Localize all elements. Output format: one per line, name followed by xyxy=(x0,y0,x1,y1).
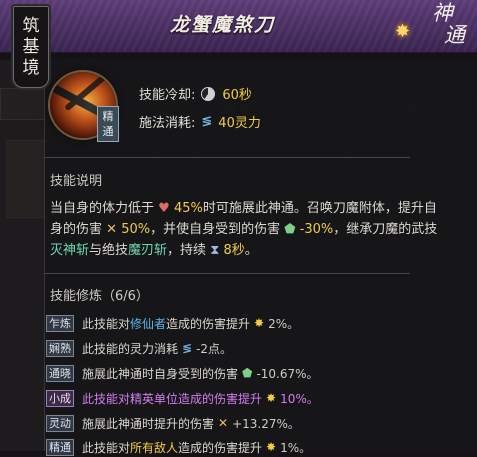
description-line: 灭神斩与绝技魔刃斩，持续 ⧗ 8秒。 xyxy=(50,243,258,258)
cultivation-row: 通晓 施展此神通时自身受到的伤害 ⬟ -10.67%。 xyxy=(46,363,319,383)
cultivation-row: 精通 此技能对 所有敌人 造成的伤害提升 ✸ 1%。 xyxy=(46,437,311,457)
sun-icon: ✸ xyxy=(266,391,277,405)
cultivation-row: 小成 此技能对精英单位造成的伤害提升 ✸ 10%。 xyxy=(46,388,319,408)
spark-icon: ✸ xyxy=(395,21,411,42)
realm-char: 筑 xyxy=(22,15,40,36)
spirit-icon: ≶ xyxy=(182,341,193,355)
cultivation-tag: 通晓 xyxy=(46,364,74,382)
cost-value: 40灵力 xyxy=(218,116,261,131)
description-line: 身的伤害 ✕ 50%，并使自身受到的伤害 ⬟ -30%，继承刀魔的武技 xyxy=(50,222,438,237)
cost-label: 施法消耗: xyxy=(139,116,196,131)
cooldown-value: 60秒 xyxy=(222,88,252,103)
cultivation-row: 乍炼 此技能对 修仙者 造成的伤害提升 ✸ 2%。 xyxy=(46,313,299,333)
skill-title: 龙蟹魔煞刀 xyxy=(170,14,276,36)
sun-icon: ✸ xyxy=(254,316,265,330)
divider xyxy=(44,273,410,274)
sword-icon: ✕ xyxy=(102,222,122,237)
hourglass-icon: ⧗ xyxy=(206,243,224,258)
shield-icon: ⬟ xyxy=(242,366,253,380)
cultivation-row: 灵动 施展此神通时提升的伤害 ✕ +13.27%。 xyxy=(46,413,300,433)
divider xyxy=(44,157,410,158)
spirit-icon: ≶ xyxy=(201,114,213,129)
cultivation-tag: 乍炼 xyxy=(46,314,74,332)
cultivation-title: 技能修炼（6/6） xyxy=(50,289,149,304)
realm-char: 基 xyxy=(22,36,40,57)
divine-power-emblem: 神 通 xyxy=(424,2,474,50)
clock-icon xyxy=(201,86,216,101)
cost-stat: 施法消耗: ≶ 40灵力 xyxy=(139,112,261,131)
cultivation-tag: 娴熟 xyxy=(46,339,74,357)
heart-icon: ♥ xyxy=(154,201,174,216)
realm-char: 境 xyxy=(22,57,40,78)
description-line: 当自身的体力低于 ♥ 45%时可施展此神通。召唤刀魔附体，提升自 xyxy=(50,201,437,216)
cooldown-stat: 技能冷却: 60秒 xyxy=(139,84,252,103)
mastery-char: 精 xyxy=(102,110,114,123)
skill-description: 当自身的体力低于 ♥ 45%时可施展此神通。召唤刀魔附体，提升自 身的伤害 ✕ … xyxy=(50,198,470,261)
cultivation-tag: 灵动 xyxy=(46,414,74,432)
cooldown-label: 技能冷却: xyxy=(139,88,196,103)
sword-icon: ✕ xyxy=(218,416,229,430)
mastery-char: 通 xyxy=(102,125,114,138)
cultivation-row: 娴熟 此技能的灵力消耗 ≶ -2点。 xyxy=(46,338,232,358)
sun-icon: ✸ xyxy=(266,440,277,454)
description-title: 技能说明 xyxy=(50,174,103,189)
cultivation-tag: 小成 xyxy=(46,389,74,407)
cultivation-tag: 精通 xyxy=(46,438,74,456)
realm-badge: 筑 基 境 xyxy=(13,6,49,88)
divine-char: 通 xyxy=(444,23,465,47)
divine-char: 神 xyxy=(432,1,453,25)
shield-icon: ⬟ xyxy=(280,222,300,237)
mastery-badge: 精 通 xyxy=(97,106,119,142)
